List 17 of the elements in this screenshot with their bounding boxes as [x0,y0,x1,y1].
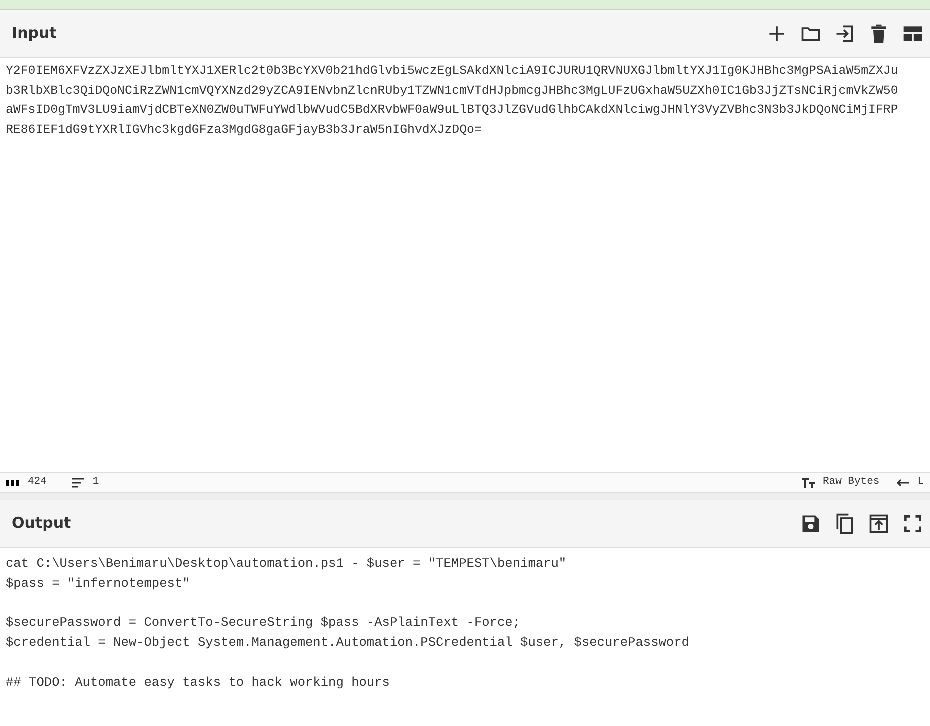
eol-label: L [918,474,924,490]
input-text-line: RE86IEF1dG9tYXRlIGVhc3kgdGFza3MgdG8gaGFjayB3b3JraW5nIGhvdXJzDQo= [6,122,482,138]
input-text-line: b3RlbXBlc3QiDQoNCiRzZWN1cmVQYXNzd29yZCA9IENvbnZlcnRUby1TZWN1cmVTdHJpbmcgJHBhc3MgLUFzUGxhaW5UZXh0IC1Gb3JjZTsNCiRjcmVkZW50 [6,82,898,100]
output-text: cat C:\Users\Benimaru\Desktop\automation.ps1 - $user = "TEMPEST\benimaru" $pass = "infernotempest" $securePassword = ConvertTo-SecureString $pass -AsPlainText -Force; $credential = New-Object System.Management.Automation.PSCredential $user, $securePassword ## TODO: Automate easy tasks to hack working hours [5,555,690,692]
fullscreen-icon [902,512,924,534]
line-count: 1 [92,474,100,490]
panel-title: Output [12,513,72,534]
encoding-label: Raw Bytes [822,474,880,490]
return-icon [896,476,910,488]
lines-icon [70,476,85,488]
input-text-line: aWFsID0gTmV3LU9iamVjdCBTeXN0ZW0uTWFuYWdlbWVudC5BdXRvbWF0aW9uLlBTQ3JlZGVudGlhbCAkdXNlciwgJHNlY3VyZVBhc3N3b3JkDQoNCiMjIFRP [6,102,898,119]
copy-icon [834,512,856,534]
panel-title: Input [12,23,57,44]
character-count: 424 [28,474,47,490]
open-icon [868,512,890,534]
text-size-icon [800,476,815,488]
input-text-line: Y2F0IEM6XFVzZXJzXEJlbmltYXJ1XERlc2t0b3BcYXV0b21hdGlvbi5wczEgLSAkdXNlciA9ICJURU1QRVNUXGJlbmltYXJ1Ig0KJHBhc3MgPSAiaW5mZXJu [6,63,898,80]
